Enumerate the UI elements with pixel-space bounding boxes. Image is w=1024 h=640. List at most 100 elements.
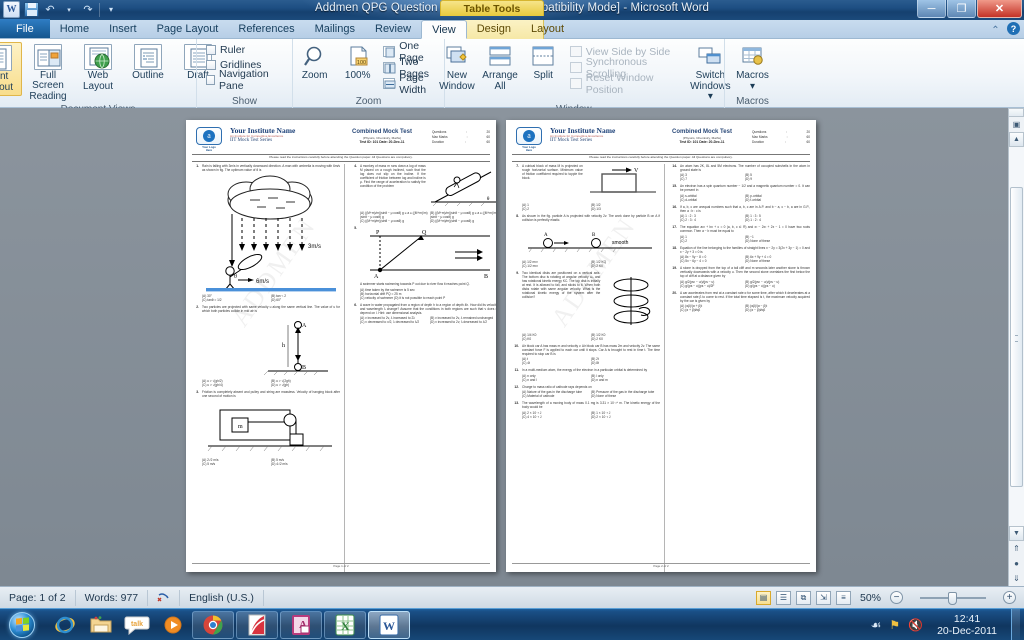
question-3-option-d[interactable]: (D) 4√2 m/s bbox=[271, 462, 340, 466]
quick-access-toolbar[interactable]: W ↶ ▾ ↷ ▾ bbox=[3, 1, 119, 18]
tab-references[interactable]: References bbox=[228, 19, 304, 38]
question-11-option-c[interactable]: (C) n and l bbox=[522, 378, 591, 382]
undo-icon[interactable]: ↶ bbox=[42, 2, 58, 18]
question-5-option-c[interactable]: (C) velocity of swimmer (D) it is not po… bbox=[360, 296, 496, 300]
question-4-option-d[interactable]: (D) ((M+m)/m)(sinθ − μ cosθ) g bbox=[430, 219, 496, 223]
select-browse-object-button[interactable]: ● bbox=[1009, 556, 1024, 571]
tab-page-layout[interactable]: Page Layout bbox=[147, 19, 229, 38]
new-window-button[interactable]: New Window bbox=[436, 42, 477, 94]
tab-file[interactable]: File bbox=[0, 19, 50, 38]
navigation-pane-checkbox[interactable] bbox=[206, 74, 216, 85]
question-20-option-c[interactable]: (C) (α + β)t/αβ bbox=[680, 308, 745, 312]
question-4-option-c[interactable]: (C) ((M+m)/m)(sinθ − μ cosθ) g bbox=[360, 219, 430, 223]
pdf-reader-taskbar-button[interactable] bbox=[236, 610, 278, 639]
question-18-option-d[interactable]: (D) None of these bbox=[745, 259, 810, 263]
minimize-button[interactable]: ─ bbox=[917, 0, 946, 18]
split-button[interactable]: Split bbox=[523, 42, 564, 83]
split-window-handle[interactable] bbox=[1008, 108, 1024, 117]
ruler-checkbox-row[interactable]: Ruler bbox=[206, 42, 245, 57]
question-17-option-c[interactable]: (C) 2 bbox=[680, 239, 745, 243]
scroll-up-button[interactable]: ▲ bbox=[1009, 132, 1024, 147]
show-desktop-button[interactable] bbox=[1011, 608, 1020, 640]
question-2-option-d[interactable]: (D) u > √(gh) bbox=[271, 383, 340, 387]
start-button[interactable] bbox=[0, 610, 44, 640]
tab-home[interactable]: Home bbox=[50, 19, 99, 38]
question-10-option-d[interactable]: (D) 8t bbox=[591, 361, 660, 365]
tab-design[interactable]: Design bbox=[467, 19, 521, 38]
question-14-option-c[interactable]: (C) 7 bbox=[680, 177, 745, 181]
language-indicator[interactable]: English (U.S.) bbox=[180, 589, 264, 606]
question-15-option-c[interactable]: (C) d-orbital bbox=[680, 198, 745, 202]
question-2-option-c[interactable]: (C) u > √(gh/4) bbox=[202, 383, 271, 387]
question-12-option-c[interactable]: (C) Material of cathode bbox=[522, 394, 591, 398]
zoom-slider-thumb[interactable] bbox=[948, 591, 957, 605]
tab-review[interactable]: Review bbox=[365, 19, 421, 38]
question-6-option-c[interactable]: (C) v decreased to v/2, λ decreased to λ… bbox=[360, 320, 430, 324]
outline-button[interactable]: Outline bbox=[124, 42, 172, 83]
collapse-ribbon-icon[interactable]: ⌃ bbox=[989, 24, 1002, 37]
question-7-option-d[interactable]: (D) 1/3 bbox=[591, 207, 660, 211]
save-icon[interactable] bbox=[23, 2, 39, 18]
question-1-option-c[interactable]: (C) tanθ = 1/2 bbox=[202, 298, 271, 302]
question-17-option-d[interactable]: (D) None of these bbox=[745, 239, 810, 243]
question-15-option-d[interactable]: (D) f-orbital bbox=[745, 198, 810, 202]
zoom-slider[interactable] bbox=[908, 591, 998, 605]
word-logo-icon[interactable]: W bbox=[3, 1, 20, 18]
next-page-button[interactable]: ⇓ bbox=[1009, 571, 1024, 586]
question-16-option-c[interactable]: (C) 2 : 3 : 4 bbox=[680, 218, 745, 222]
print-layout-button[interactable]: Print Layout bbox=[0, 42, 22, 96]
taskbar-clock[interactable]: 12:41 20-Dec-2011 bbox=[931, 613, 1003, 637]
question-16-option-d[interactable]: (D) 1 : 2 : 4 bbox=[745, 218, 810, 222]
tablet-input-icon[interactable]: ☙ bbox=[871, 618, 882, 632]
question-14-option-d[interactable]: (D) 9 bbox=[745, 177, 810, 181]
document-page-2[interactable]: ADDMEN a Your Logo Here Your Institute N… bbox=[506, 120, 816, 572]
print-layout-view-button[interactable]: ▤ bbox=[755, 590, 771, 605]
customize-quick-access-toolbar-icon[interactable]: ▾ bbox=[103, 2, 119, 18]
reset-window-position-button[interactable]: Reset Window Position bbox=[569, 72, 675, 96]
tab-insert[interactable]: Insert bbox=[99, 19, 147, 38]
question-20-option-d[interactable]: (D) (α − β)t/αβ bbox=[745, 308, 810, 312]
page-width-button[interactable]: Page Width bbox=[383, 72, 443, 96]
question-19-option-d[interactable]: (D) g/(ps − u)(ps − u) bbox=[745, 284, 810, 288]
navigation-pane-checkbox-row[interactable]: Navigation Pane bbox=[206, 68, 287, 92]
vertical-scrollbar[interactable]: ▣ ▲ ▼ ⇑ ● ⇓ bbox=[1008, 108, 1024, 586]
question-6-option-d[interactable]: (D) v increased to 2v, λ decreased to λ/… bbox=[430, 320, 496, 324]
question-4-option-b[interactable]: (B) ((M+m)/m)(sinθ − μ cosθ) g ≤ a ≤ ((M… bbox=[430, 211, 496, 219]
zoom-in-button[interactable]: + bbox=[1003, 591, 1016, 604]
question-13-option-d[interactable]: (D) 2 × 10⁻² J bbox=[591, 415, 660, 419]
question-11-option-d[interactable]: (D) n and m bbox=[591, 378, 660, 382]
scroll-thumb[interactable] bbox=[1010, 187, 1023, 487]
question-7-option-c[interactable]: (C) 2 bbox=[522, 207, 591, 211]
browse-object-top-icon[interactable]: ▣ bbox=[1009, 117, 1024, 132]
redo-icon[interactable]: ↷ bbox=[80, 2, 96, 18]
question-19-option-c[interactable]: (C) g/(ps − u)(ps − u)/2F bbox=[680, 284, 745, 288]
question-13-option-c[interactable]: (C) 4 × 10⁻³ J bbox=[522, 415, 591, 419]
draft-view-button[interactable]: ≡ bbox=[835, 590, 851, 605]
outline-view-button[interactable]: ⇲ bbox=[815, 590, 831, 605]
full-screen-reading-button[interactable]: Full Screen Reading bbox=[24, 42, 72, 104]
document-workspace[interactable]: ADDMEN a Your Logo Here Your Institute N… bbox=[0, 108, 1024, 586]
question-8-option-c[interactable]: (C) 1/2 mv² bbox=[522, 264, 591, 268]
scroll-down-button[interactable]: ▼ bbox=[1009, 526, 1024, 541]
volume-muted-icon[interactable]: 🔇 bbox=[908, 618, 923, 632]
page-indicator[interactable]: Page: 1 of 2 bbox=[0, 589, 76, 606]
windows-explorer-icon[interactable] bbox=[84, 611, 118, 639]
question-10-option-c[interactable]: (C) 4t bbox=[522, 361, 591, 365]
zoom-100-button[interactable]: 100 100% bbox=[337, 42, 378, 83]
ms-word-taskbar-button[interactable]: W bbox=[368, 610, 410, 639]
full-screen-reading-view-button[interactable]: ☰ bbox=[775, 590, 791, 605]
word-count[interactable]: Words: 977 bbox=[76, 589, 149, 606]
tab-view[interactable]: View bbox=[421, 20, 467, 39]
spell-check-icon[interactable] bbox=[148, 589, 181, 606]
gridlines-checkbox[interactable] bbox=[206, 59, 216, 70]
undo-dropdown-icon[interactable]: ▾ bbox=[61, 2, 77, 18]
zoom-level-label[interactable]: 50% bbox=[856, 592, 885, 604]
question-12-option-d[interactable]: (D) None of these bbox=[591, 394, 660, 398]
question-9-option-d[interactable]: (D) 2 K0 bbox=[591, 337, 660, 341]
question-3-option-c[interactable]: (C) 5 m/s bbox=[202, 462, 271, 466]
ribbon-help-controls[interactable]: ⌃ ? bbox=[989, 22, 1020, 38]
ruler-checkbox[interactable] bbox=[206, 44, 216, 55]
help-icon[interactable]: ? bbox=[1007, 22, 1020, 35]
tab-layout[interactable]: Layout bbox=[521, 19, 574, 38]
question-18-option-c[interactable]: (C) 5x − 6y − 4 = 0 bbox=[680, 259, 745, 263]
